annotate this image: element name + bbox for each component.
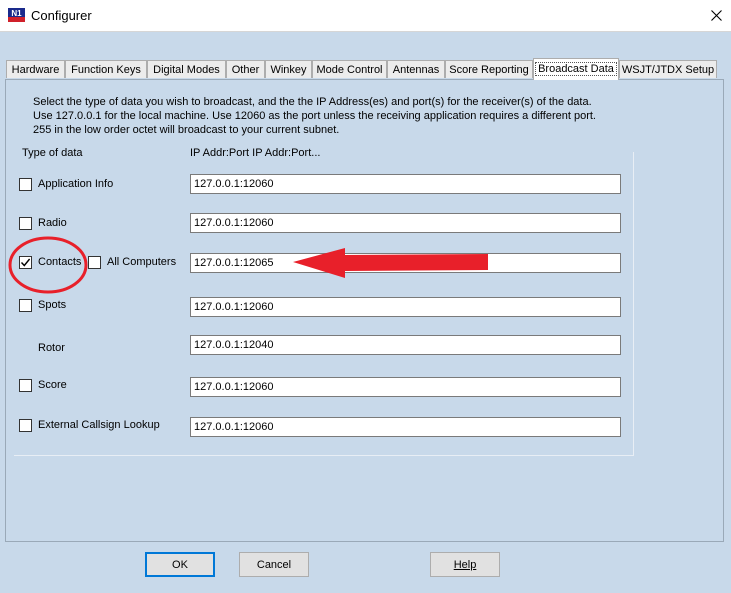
ok-button[interactable]: OK — [145, 552, 215, 577]
tab-label: Broadcast Data — [535, 62, 617, 76]
tab-other[interactable]: Other — [226, 60, 265, 78]
radio-label: Radio — [38, 217, 67, 229]
spots-ip-field[interactable] — [190, 297, 621, 317]
rotor-ip-field[interactable] — [190, 335, 621, 355]
score-checkbox[interactable] — [19, 379, 32, 392]
spots-checkbox[interactable] — [19, 299, 32, 312]
radio-checkbox[interactable] — [19, 217, 32, 230]
tab-label: Antennas — [392, 64, 440, 76]
close-button[interactable] — [701, 0, 731, 31]
instruction-line: Select the type of data you wish to broa… — [33, 96, 592, 108]
instruction-line: 255 in the low order octet will broadcas… — [33, 124, 340, 136]
instruction-line: Use 127.0.0.1 for the local machine. Use… — [33, 110, 596, 122]
app-logo-icon: N1 — [8, 8, 25, 22]
score-label: Score — [38, 379, 67, 391]
contacts-label: Contacts — [38, 256, 82, 268]
help-button-label: Help — [453, 558, 477, 571]
external-callsign-lookup-checkbox[interactable] — [19, 419, 32, 432]
tab-antennas[interactable]: Antennas — [387, 60, 445, 78]
application-info-checkbox[interactable] — [19, 178, 32, 191]
cancel-button[interactable]: Cancel — [239, 552, 309, 577]
all-computers-label: All Computers — [107, 256, 177, 268]
close-icon — [710, 10, 722, 21]
tab-wsjt-jtdx-setup[interactable]: WSJT/JTDX Setup — [619, 60, 717, 78]
application-info-ip-field[interactable] — [190, 174, 621, 194]
tab-function-keys[interactable]: Function Keys — [65, 60, 147, 78]
radio-ip-field[interactable] — [190, 213, 621, 233]
application-info-label: Application Info — [38, 178, 114, 190]
tab-broadcast-data[interactable]: Broadcast Data — [533, 58, 619, 80]
tab-mode-control[interactable]: Mode Control — [312, 60, 387, 78]
spots-label: Spots — [38, 299, 67, 311]
tab-label: Function Keys — [71, 64, 141, 76]
external-callsign-lookup-label: External Callsign Lookup — [38, 419, 160, 431]
rotor-label: Rotor — [38, 342, 65, 354]
title-bar: N1 Configurer — [0, 0, 731, 32]
external-callsign-lookup-ip-field[interactable] — [190, 417, 621, 437]
tab-label: Score Reporting — [449, 64, 529, 76]
checkmark-icon — [20, 258, 31, 267]
window-title: Configurer — [31, 8, 92, 23]
tab-hardware[interactable]: Hardware — [6, 60, 65, 78]
tab-label: Other — [231, 64, 260, 76]
type-of-data-header: Type of data — [22, 147, 83, 159]
tab-label: Mode Control — [316, 64, 383, 76]
tab-label: Hardware — [11, 64, 60, 76]
tab-digital-modes[interactable]: Digital Modes — [147, 60, 226, 78]
contacts-ip-field[interactable] — [190, 253, 621, 273]
tab-score-reporting[interactable]: Score Reporting — [445, 60, 533, 78]
tab-label: WSJT/JTDX Setup — [621, 64, 715, 76]
tab-label: Winkey — [270, 64, 307, 76]
score-ip-field[interactable] — [190, 377, 621, 397]
tab-label: Digital Modes — [153, 64, 220, 76]
contacts-checkbox[interactable] — [19, 256, 32, 269]
ip-port-header: IP Addr:Port IP Addr:Port... — [190, 147, 321, 159]
svg-text:N1: N1 — [11, 9, 22, 18]
help-button[interactable]: Help — [430, 552, 500, 577]
instructions-text: Select the type of data you wish to broa… — [33, 95, 596, 137]
tab-winkey[interactable]: Winkey — [265, 60, 312, 78]
all-computers-checkbox[interactable] — [88, 256, 101, 269]
